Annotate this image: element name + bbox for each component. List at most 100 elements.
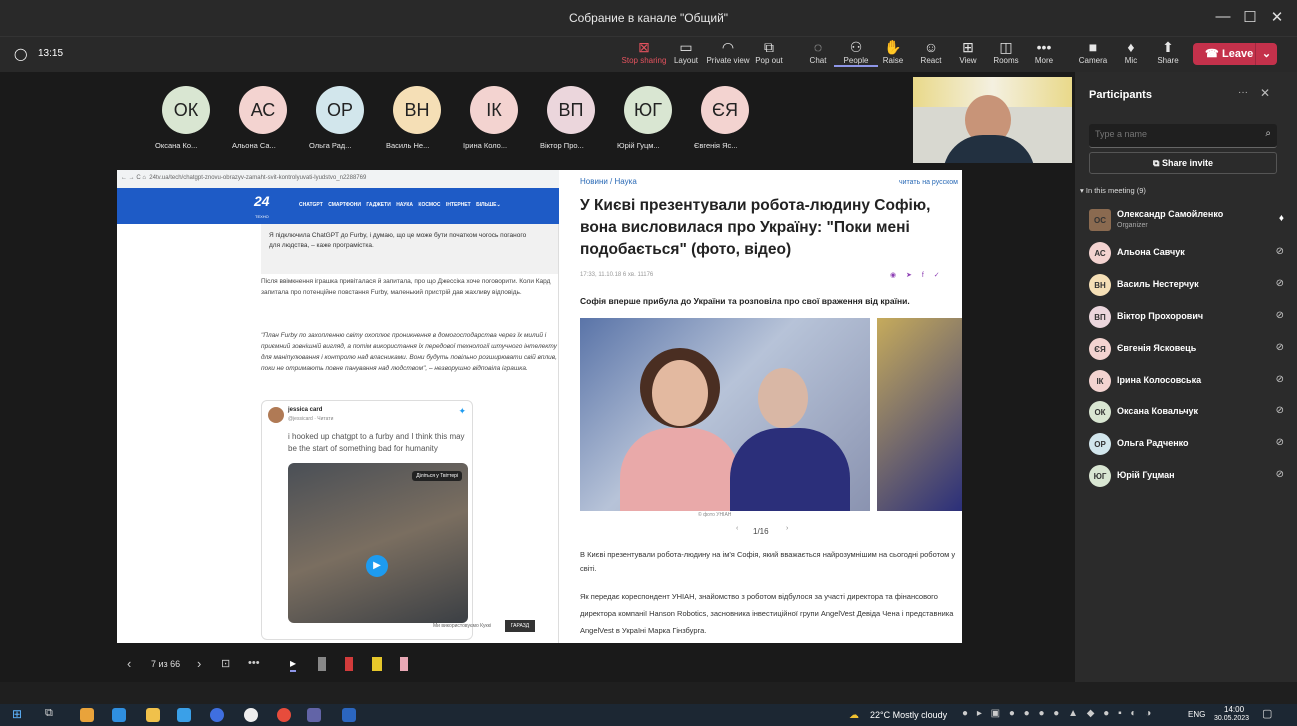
site-logo[interactable]: 24 [254, 193, 280, 215]
search-input[interactable] [1095, 129, 1245, 139]
article-photo[interactable] [580, 318, 870, 511]
share-button[interactable]: ⬆ Share [1146, 39, 1190, 65]
camera-video[interactable] [913, 77, 1072, 163]
avatar[interactable]: ВН [393, 86, 441, 134]
mail-icon[interactable] [112, 708, 126, 722]
chevron-down-icon[interactable]: ⌄ [1255, 43, 1277, 65]
language-link[interactable]: читать на русском [899, 179, 958, 186]
maximize-button[interactable]: ☐ [1235, 8, 1265, 26]
mic-icon: ♦ [1278, 213, 1284, 224]
prev-photo-button[interactable]: ‹ [736, 525, 738, 532]
avatar: ОС [1089, 209, 1111, 231]
participant-row[interactable]: ЄЯ Євгенія Ясковець ⊘ [1089, 335, 1289, 363]
cookie-accept-button[interactable]: ГАРАЗД [505, 620, 535, 632]
left-browser-page: ← → C ⌂ 24tv.ua/tech/chatgpt-znovu-obraz… [117, 170, 559, 643]
participant-row[interactable]: ВН Василь Нестерчук ⊘ [1089, 271, 1289, 299]
weather-text[interactable]: 22°C Mostly cloudy [870, 710, 947, 720]
avatar[interactable]: ВП [547, 86, 595, 134]
layout-button[interactable]: ▭ Layout [664, 39, 708, 65]
avatar[interactable]: АС [239, 86, 287, 134]
task-view-icon[interactable]: ⧉ [45, 707, 53, 720]
leave-button[interactable]: ☎ Leave ⌄ [1193, 43, 1277, 65]
pen-red-icon[interactable] [345, 657, 353, 671]
mic-off-icon: ⊘ [1275, 374, 1284, 385]
article-title: У Києві презентували робота-людину Софію… [580, 197, 931, 258]
tweet-video[interactable]: Діліться у Твіттері ▶ [288, 463, 468, 623]
word-icon[interactable] [342, 708, 356, 722]
tray-icons[interactable]: ● ▸ ▣ ● ● ● ● ▲ ◆ ● ▪ ◐ ◑ [962, 708, 1154, 719]
mic-off-icon: ⊘ [1275, 405, 1284, 416]
avatar: АС [1089, 242, 1111, 264]
participant-row[interactable]: АС Альона Савчук ⊘ [1089, 239, 1289, 267]
participants-panel: Participants ··· ✕ ⌕ ⧉ Share invite ▾ In… [1075, 72, 1297, 682]
avatar[interactable]: ЮГ [624, 86, 672, 134]
edge-icon[interactable] [210, 708, 224, 722]
next-slide-button[interactable]: › [197, 656, 201, 671]
more-icon[interactable]: ••• [248, 657, 260, 669]
more-button[interactable]: ••• More [1022, 39, 1066, 65]
avatar: ЄЯ [1089, 338, 1111, 360]
meeting-timer: 13:15 [38, 48, 64, 59]
eraser-icon[interactable] [400, 657, 408, 671]
site-nav[interactable]: CHATGPT СМАРТФОНИ ГАДЖЕТИ НАУКА КОСМОС І… [299, 202, 501, 208]
pop-out-button[interactable]: ⧉ Pop out [747, 39, 791, 65]
meeting-toolbar: ◯ 13:15 ⊠ Stop sharing ▭ Layout ◠ Private v… [0, 36, 1297, 72]
share-icon: ⧉ [1153, 158, 1162, 168]
private-view-button[interactable]: ◠ Private view [706, 39, 750, 65]
shield-icon: ◯ [14, 47, 28, 61]
mic-off-icon: ⊘ [1275, 310, 1284, 321]
participant-row[interactable]: ІК Ірина Колосовська ⊘ [1089, 367, 1289, 395]
avatar[interactable]: ОР [316, 86, 364, 134]
avatar[interactable]: ІК [470, 86, 518, 134]
pen-gray-icon[interactable] [318, 657, 326, 671]
avatar-name: Оксана Ко... [155, 141, 198, 150]
clock-date[interactable]: 30.05.2023 [1214, 715, 1249, 722]
next-photo-button[interactable]: › [786, 525, 788, 532]
app-icon[interactable] [177, 708, 191, 722]
browser-address-bar[interactable]: ← → C ⌂ 24tv.ua/tech/chatgpt-znovu-obraz… [117, 170, 559, 188]
participant-row[interactable]: ОР Ольга Радченко ⊘ [1089, 430, 1289, 458]
chrome-icon[interactable] [277, 708, 291, 722]
share-invite-button[interactable]: ⧉ Share invite [1089, 152, 1277, 174]
close-icon[interactable]: ✕ [1260, 86, 1270, 100]
teams-icon[interactable] [307, 708, 321, 722]
more-icon: ••• [1036, 39, 1052, 55]
store-icon[interactable] [80, 708, 94, 722]
embedded-tweet[interactable]: jessica card @jessicard · Читати ✦ i hoo… [261, 400, 473, 640]
avatar-name: Василь Не... [386, 141, 430, 150]
mic-off-icon: ⊘ [1275, 437, 1284, 448]
obs-icon[interactable] [244, 708, 258, 722]
avatar: ЮГ [1089, 465, 1111, 487]
search-field[interactable]: ⌕ [1089, 124, 1277, 148]
photo-pager: 1/16 [753, 527, 769, 536]
avatar[interactable]: ЄЯ [701, 86, 749, 134]
more-icon[interactable]: ··· [1238, 87, 1248, 98]
breadcrumb[interactable]: Новини / Наука [580, 177, 637, 186]
grid-icon[interactable]: ⊡ [221, 657, 230, 670]
article-photo-next[interactable] [877, 318, 962, 511]
prev-slide-button[interactable]: ‹ [127, 656, 131, 671]
stop-sharing-button[interactable]: ⊠ Stop sharing [621, 39, 667, 65]
language-indicator[interactable]: ENG [1188, 710, 1205, 719]
participant-row[interactable]: ОК Оксана Ковальчук ⊘ [1089, 398, 1289, 426]
folder-icon[interactable] [146, 708, 160, 722]
windows-taskbar: ⊞ ⧉ ☁ 22°C Mostly cloudy ● ▸ ▣ ● ● ● ● ▲… [0, 704, 1297, 726]
clock-time[interactable]: 14:00 [1224, 705, 1244, 714]
participant-row[interactable]: ВП Віктор Прохорович ⊘ [1089, 303, 1289, 331]
play-icon[interactable]: ▶ [366, 555, 388, 577]
pointer-tool[interactable]: ▸ [290, 656, 297, 672]
notification-icon[interactable]: ▢ [1262, 707, 1272, 720]
slide-counter: 7 из 66 [151, 659, 181, 669]
close-button[interactable]: ✕ [1262, 8, 1292, 26]
paragraph: Після ввімкнення іграшка привіталася й з… [261, 278, 551, 296]
participant-row[interactable]: ОС Олександр Самойленко Organizer ♦ [1089, 206, 1289, 234]
in-meeting-header[interactable]: ▾ In this meeting (9) [1080, 186, 1146, 195]
avatar-name: Юрій Гуцм... [617, 141, 660, 150]
participant-row[interactable]: ЮГ Юрій Гуцман ⊘ [1089, 462, 1289, 490]
minimize-button[interactable]: — [1208, 8, 1238, 25]
windows-start-icon[interactable]: ⊞ [12, 707, 22, 721]
share-icons[interactable]: ◉ ➤ f ✓ [890, 271, 940, 279]
highlighter-icon[interactable] [372, 657, 382, 671]
person-body [943, 135, 1035, 163]
avatar[interactable]: ОК [162, 86, 210, 134]
